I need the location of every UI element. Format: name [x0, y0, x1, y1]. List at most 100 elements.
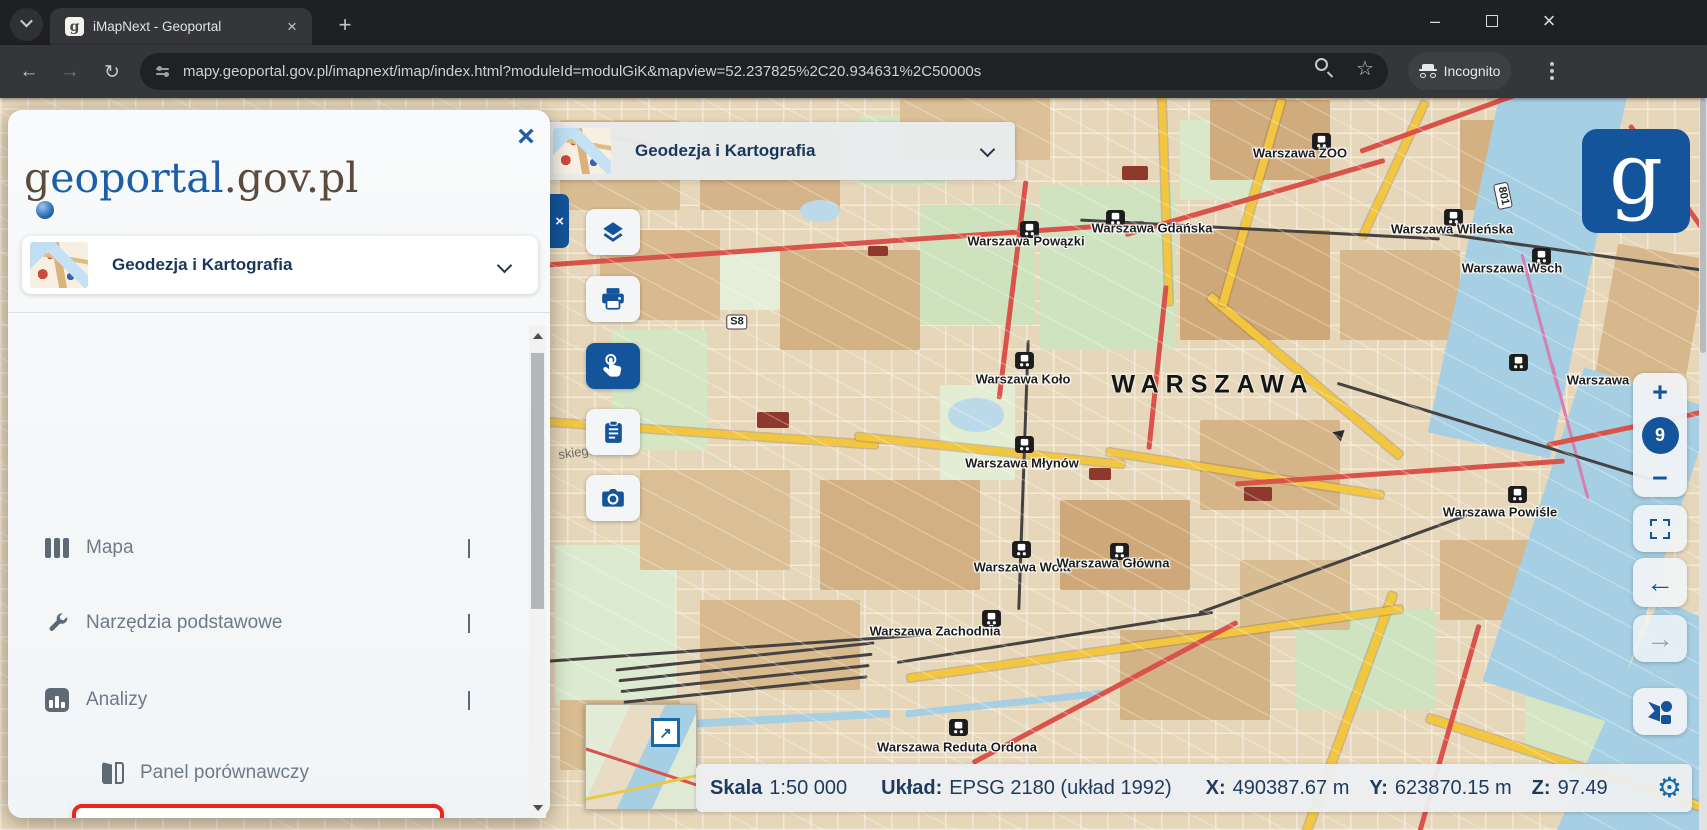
map-profile-selector[interactable]: Geodezja i Kartografia [545, 122, 1015, 180]
clipboard-button[interactable] [586, 409, 640, 455]
view-forward-button[interactable]: → [1633, 615, 1687, 662]
print-button[interactable] [586, 276, 640, 322]
scroll-down-button[interactable] [529, 797, 546, 818]
sidebar-panel: × geoportal.gov.pl Geodezja i Kartografi… [8, 110, 550, 818]
address-bar[interactable]: mapy.geoportal.gov.pl/imapnext/imap/inde… [140, 53, 1388, 90]
profile-selector[interactable]: Geodezja i Kartografia [22, 236, 538, 294]
station-label: Warszawa Wsch [1462, 261, 1563, 276]
page-zoom-icon[interactable] [1315, 58, 1328, 71]
minimap-road [585, 770, 697, 802]
tab-title: iMapNext - Geoportal [93, 19, 282, 34]
zoom-out-button[interactable]: − [1633, 463, 1687, 493]
url-text: mapy.geoportal.gov.pl/imapnext/imap/inde… [183, 63, 981, 80]
browser-back-button[interactable]: ← [14, 57, 44, 87]
sidebar-item-analizy[interactable]: Analizy [8, 680, 550, 720]
incognito-label: Incognito [1444, 63, 1501, 79]
tab-search-button[interactable] [10, 8, 43, 41]
sidebar-item-label: Wyszukiwanie tras [140, 817, 297, 818]
station-label: Warszawa Główna [1057, 556, 1170, 571]
status-bar: Skala1:50 000 Układ:EPSG 2180 (układ 199… [696, 764, 1692, 812]
sidebar-item-panel-porównawczy[interactable]: Panel porównawczy [8, 753, 550, 793]
window-close-button[interactable]: × [1526, 0, 1572, 42]
sidebar-close-button[interactable]: × [509, 120, 543, 154]
sidebar-item-wyszukiwanie-tras[interactable]: Wyszukiwanie tras [8, 808, 550, 818]
station-label: Warszawa Powązki [967, 234, 1084, 249]
logo-globe-icon [36, 201, 54, 219]
window-minimize-button[interactable]: – [1412, 0, 1458, 42]
bookmark-star-icon[interactable]: ☆ [1356, 56, 1374, 81]
sidebar-item-mapa[interactable]: Mapa [8, 528, 550, 568]
select-tool-button[interactable] [586, 343, 640, 389]
sidebar-scrollbar[interactable] [529, 325, 546, 818]
chevron-down-icon [497, 258, 513, 274]
overview-minimap[interactable] [585, 704, 697, 810]
open-minimap-icon[interactable]: ↗ [651, 718, 680, 747]
fullscreen-button[interactable] [1633, 505, 1687, 552]
chevron-down-icon [980, 142, 996, 158]
train-station-icon [1015, 436, 1034, 453]
layers-button[interactable] [586, 209, 640, 255]
geoportal-logo-button[interactable]: g [1582, 129, 1690, 233]
train-station-icon [1012, 541, 1031, 558]
station-label: Warszawa [1567, 373, 1629, 388]
sidebar-menu: Mapa Narzędzia podstawowe Analizy Panel por… [8, 312, 550, 818]
scroll-up-button[interactable] [529, 325, 546, 346]
maximize-icon [1486, 15, 1498, 27]
navigation-arrow-icon [102, 817, 124, 818]
profile-thumbnail [30, 242, 88, 288]
station-label: Warszawa Powiśle [1443, 505, 1557, 520]
screenshot-button[interactable] [586, 475, 640, 521]
fullscreen-icon [1650, 519, 1670, 539]
train-station-icon [1015, 352, 1034, 369]
train-station-icon [949, 719, 968, 736]
tab-close-icon[interactable]: × [282, 17, 302, 37]
scrollbar-thumb[interactable] [531, 353, 544, 609]
clipboard-icon [601, 420, 626, 445]
zoom-in-button[interactable]: + [1633, 377, 1687, 407]
station-label: Warszawa Gdańska [1092, 221, 1213, 236]
printer-icon [600, 286, 626, 312]
chevron-down-icon [468, 691, 470, 709]
window-maximize-button[interactable] [1469, 0, 1515, 42]
page-content: WARSZAWA Warszawa ZOOWarszawa GdańskaWar… [0, 98, 1707, 830]
page-scrollbar[interactable] [1699, 98, 1707, 830]
station-label: Warszawa Zachodnia [870, 624, 1001, 639]
compare-panels-icon [102, 762, 124, 784]
browser-toolbar: ← → ↻ mapy.geoportal.gov.pl/imapnext/ima… [0, 45, 1707, 98]
chevron-down-icon [20, 15, 33, 28]
wrench-icon [45, 611, 70, 636]
view-back-button[interactable]: ← [1633, 558, 1687, 607]
map-profile-label: Geodezja i Kartografia [635, 141, 815, 161]
x-readout: X:490387.67 m [1206, 777, 1350, 800]
browser-forward-button[interactable]: → [55, 57, 85, 87]
sidebar-item-narzędzia-podstawowe[interactable]: Narzędzia podstawowe [8, 603, 550, 643]
site-info-icon[interactable] [156, 64, 169, 79]
profile-label: Geodezja i Kartografia [112, 255, 292, 275]
settings-gear-icon[interactable]: ⚙ [1657, 771, 1682, 805]
sidebar-item-label: Panel porównawczy [140, 762, 309, 784]
tab-favicon-icon: g [65, 17, 84, 36]
road-shield: 801 [1493, 182, 1513, 211]
layers-icon [600, 219, 626, 245]
columns-icon [45, 538, 69, 558]
incognito-badge: Incognito [1408, 52, 1511, 90]
zoom-panel: + 9 − [1633, 373, 1687, 497]
browser-reload-button[interactable]: ↻ [97, 57, 127, 87]
scale-readout: Skala1:50 000 [710, 777, 847, 800]
train-station-icon [1509, 354, 1528, 371]
scrollbar-thumb[interactable] [1700, 98, 1706, 353]
directions-button[interactable] [1633, 688, 1687, 735]
city-label: WARSZAWA [1111, 371, 1314, 400]
zoom-level-badge: 9 [1642, 417, 1679, 454]
chevron-right-icon [468, 614, 470, 632]
crs-readout: Układ:EPSG 2180 (układ 1992) [881, 777, 1172, 800]
station-label: Warszawa Młynów [965, 456, 1079, 471]
bar-chart-icon [45, 688, 69, 712]
browser-menu-button[interactable] [1540, 59, 1564, 83]
train-station-icon [1508, 486, 1527, 503]
tab-strip: g iMapNext - Geoportal × + – × [0, 0, 1707, 45]
new-tab-button[interactable]: + [330, 10, 360, 40]
profile-thumbnail [553, 128, 611, 174]
browser-tab[interactable]: g iMapNext - Geoportal × [50, 8, 312, 45]
road-shield: S8 [726, 315, 747, 330]
